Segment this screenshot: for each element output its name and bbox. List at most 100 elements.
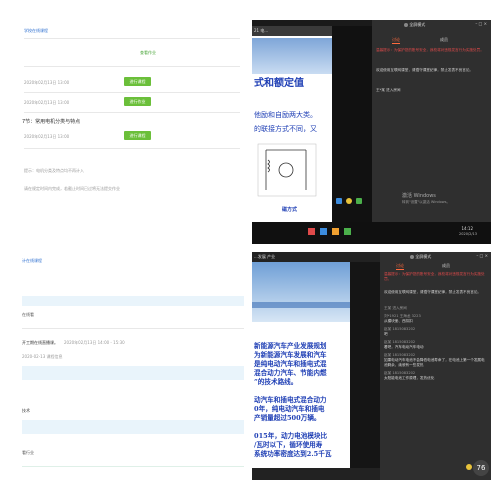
chat-message: 赵某 1815083202 吧	[384, 327, 488, 337]
divider	[24, 38, 240, 39]
slide-line: 为新能源汽车发展和汽车	[254, 351, 327, 359]
start-course-button[interactable]: 进行课程	[124, 77, 151, 86]
chat-panel: 全屏模式 – □ × 讨论 成员 温馨提示：为保护您的账号安全，我校将对违规发言…	[372, 20, 491, 222]
activate-subtitle: 转到"设置"以激活 Windows。	[402, 200, 450, 204]
chat-text: 看吧，汽车电动汽车电动	[384, 345, 424, 349]
app-icon[interactable]	[320, 228, 327, 235]
bottom-link[interactable]: 看行业	[22, 450, 34, 456]
slide-line: 的联接方式不同，又	[254, 125, 317, 133]
emoji-icon[interactable]	[466, 464, 472, 470]
content-box	[22, 420, 244, 434]
slide-line: 系统功率密度达到2.5千瓦	[254, 450, 332, 458]
window-controls[interactable]: – □ ×	[475, 21, 487, 26]
topic-title: 7节：常用电机分类与特点	[22, 119, 81, 125]
course-header: 计在线课程	[22, 258, 42, 263]
lecture-slide: 新能源汽车产业发展规划 为新能源汽车发展和汽车 是纯电动汽车和插电式混 混合动力汽车、…	[252, 262, 350, 468]
divider	[24, 148, 240, 149]
divider	[24, 112, 240, 113]
fullscreen-label: 全屏模式	[415, 254, 432, 259]
app-icon[interactable]	[344, 228, 351, 235]
activate-title: 激活 Windows	[402, 193, 436, 199]
chat-text: 吧	[384, 332, 388, 336]
slide-banner-stripe	[252, 302, 350, 308]
viewer-badge[interactable]: 76	[473, 460, 489, 476]
search-bar[interactable]	[22, 296, 244, 306]
tab-discussion[interactable]: 讨论	[396, 263, 404, 270]
list-item: 2020年02月13日 13:00 进行作业	[24, 94, 236, 110]
divider	[24, 66, 240, 67]
list-item: 2020年02月13日 13:00 进行课程	[24, 74, 236, 90]
slide-line: 015年，动力电池模块比	[254, 432, 328, 440]
live-course-title[interactable]: 开工期在线直播课。	[22, 340, 58, 346]
slide-line	[254, 423, 350, 432]
slide-caption: 磁方式	[282, 207, 298, 213]
row-label: 在线看	[22, 312, 34, 317]
chat-message: 赵某 1815083202 看吧，汽车电动汽车电动	[384, 340, 488, 350]
note-text: 提示：电机分类及特点均不再计入	[24, 168, 84, 173]
slide-line	[254, 387, 350, 396]
taskbar: 14:12 2020/2/13	[252, 222, 491, 244]
live-class-window-2: ...发展 产业 新能源汽车产业发展规划 为新能源汽车发展和汽车 是纯电动汽车和插电…	[252, 252, 491, 480]
live-class-window: 21 电... 式和额定值 他励和自励两大类。 的联接方式不同，又 磁方式 全屏…	[252, 20, 491, 244]
window-title: 21 电...	[254, 28, 269, 33]
app-icon[interactable]	[332, 228, 339, 235]
divider	[22, 466, 244, 467]
course-info: 2020-02-13 课程信息	[22, 354, 63, 359]
slide-line: 产销量超过500万辆。	[254, 414, 321, 422]
welcome-message: 欢迎使用互联网课堂，请遵守课堂纪律，禁止发表不良言论。	[384, 290, 482, 294]
welcome-message: 欢迎使用互联网课堂，请遵守课堂纪律，禁止发表不良言论。	[376, 68, 474, 72]
chat-text: 如果电动汽车电池不会降低电池寿命了，在电池上第一个发展电池剩余，续驶有一些发热	[384, 358, 485, 367]
slide-line: ”的技术路线。	[254, 378, 298, 386]
topic-start-button[interactable]: 进行课程	[124, 131, 151, 140]
chat-message: 赵某 1815083202 太阳能电池工作原理，发热优化	[384, 371, 488, 381]
section-title: 技术	[22, 408, 30, 413]
chat-message-list: 王某 进入房间 刘*1921 王海龙 3223 从模块册、西扣扣 赵某 1815083…	[384, 306, 488, 384]
chat-text: 太阳能电池工作原理，发热优化	[384, 376, 435, 380]
note-text: 请在规定时间内完成，若截止时间已过将无法提交作业	[24, 186, 120, 191]
fullscreen-toggle[interactable]: 全屏模式	[404, 22, 425, 28]
clock-date: 2020/2/13	[459, 232, 477, 236]
chat-message: 刘*1921 王海龙 3223 从模块册、西扣扣	[384, 314, 488, 324]
video-area	[332, 26, 372, 222]
item-date: 2020年02月13日 13:00	[24, 100, 70, 105]
slide-line: 动汽车和插电式混合动力	[254, 396, 327, 404]
join-message: 王*某 进入房间	[376, 88, 401, 92]
slide-line: 混合动力汽车、节能内燃	[254, 369, 327, 377]
lecture-slide: 21 电... 式和额定值 他励和自励两大类。 的联接方式不同，又 磁方式	[252, 26, 332, 222]
circuit-diagram	[257, 143, 317, 197]
window-controls[interactable]: – □ ×	[476, 253, 488, 258]
camera-icon[interactable]	[356, 198, 362, 204]
fullscreen-label: 全屏模式	[409, 22, 426, 27]
live-course-time: 2020年02月13日 14:00 - 15:30	[64, 340, 125, 345]
slide-banner	[252, 262, 350, 322]
tab-members[interactable]: 成员	[440, 37, 448, 43]
chat-message: 赵某 1815083202 如果电动汽车电池不会降低电池寿命了，在电池上第一个发展…	[384, 353, 488, 368]
course-detail-page: 计在线课程 在线看 开工期在线直播课。 2020年02月13日 14:00 - …	[0, 252, 248, 480]
divider	[24, 92, 240, 93]
chat-icon[interactable]	[336, 198, 342, 204]
slide-title: 式和额定值	[254, 78, 304, 89]
toolbar	[332, 196, 372, 208]
avatar	[410, 255, 414, 259]
slide-text-block: 新能源汽车产业发展规划 为新能源汽车发展和汽车 是纯电动汽车和插电式混 混合动力汽车、…	[254, 342, 350, 459]
chat-sender: 王某 进入房间	[384, 306, 407, 310]
slide-line: 新能源汽车产业发展规划	[254, 342, 327, 350]
chat-panel: 全屏模式 – □ × 讨论 成员 温馨提示：为保护您的账号安全，我校将对违规发言…	[380, 252, 491, 480]
view-homework-link[interactable]: 查看作业	[140, 50, 156, 56]
chat-text: 从模块册、西扣扣	[384, 319, 413, 323]
chat-message: 王某 进入房间	[384, 306, 488, 311]
content-box	[22, 366, 244, 380]
tab-members[interactable]: 成员	[442, 263, 450, 269]
start-homework-button[interactable]: 进行作业	[124, 97, 151, 106]
window-title: ...发展 产业	[254, 254, 276, 259]
tab-discussion[interactable]: 讨论	[392, 37, 400, 44]
slide-banner	[252, 38, 332, 74]
topic-date: 2020年02月13日 13:00	[24, 134, 70, 139]
slide-line: /瓦时以下，循环使用寿	[254, 441, 323, 449]
video-area	[350, 262, 380, 468]
app-icon[interactable]	[308, 228, 315, 235]
clock-time: 14:12	[461, 226, 473, 231]
emoji-icon[interactable]	[346, 198, 352, 204]
warning-message: 温馨提示：为保护您的账号安全，我校将对违规发言行为实施处罚。	[376, 48, 484, 52]
fullscreen-toggle[interactable]: 全屏模式	[410, 254, 431, 260]
